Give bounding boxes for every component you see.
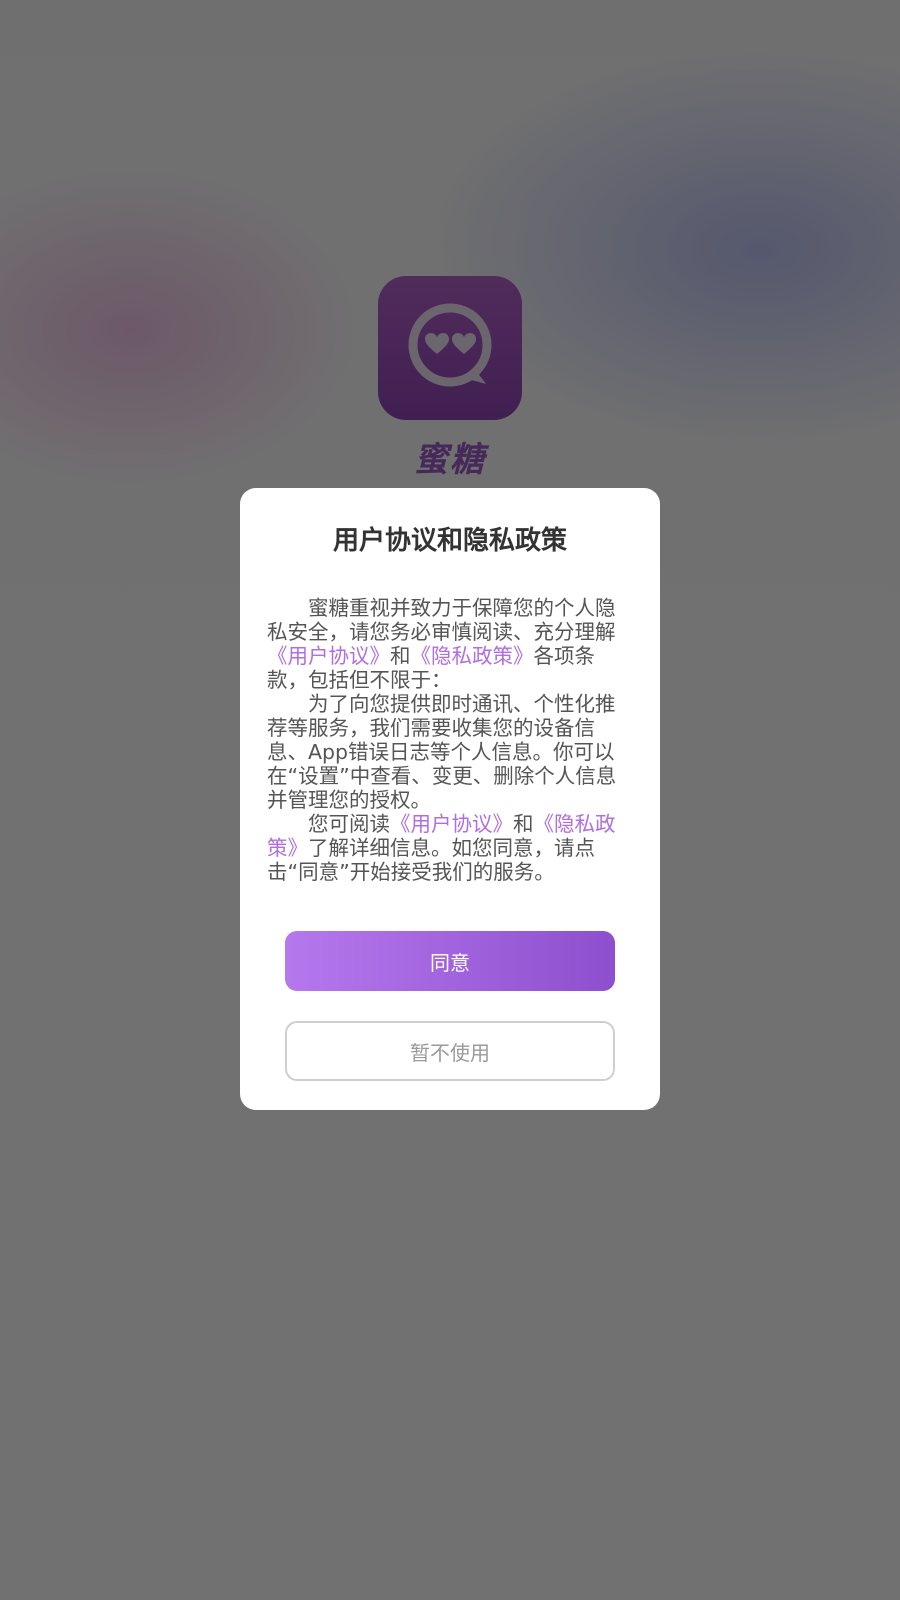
- dialog-body: 蜜糖重视并致力于保障您的个人隐私安全，请您务必审慎阅读、充分理解《用户协议》和《…: [267, 596, 627, 884]
- text-segment: 您可阅读: [308, 812, 390, 836]
- privacy-dialog: 用户协议和隐私政策 蜜糖重视并致力于保障您的个人隐私安全，请您务必审慎阅读、充分…: [240, 488, 660, 1110]
- decline-button[interactable]: 暂不使用: [285, 1021, 615, 1081]
- paragraph-intro: 蜜糖重视并致力于保障您的个人隐私安全，请您务必审慎阅读、充分理解《用户协议》和《…: [267, 596, 627, 692]
- text-segment: 和: [513, 812, 534, 836]
- user-agreement-link[interactable]: 《用户协议》: [390, 812, 513, 836]
- user-agreement-link[interactable]: 《用户协议》: [267, 644, 390, 668]
- paragraph-consent: 您可阅读《用户协议》和《隐私政策》了解详细信息。如您同意，请点击“同意”开始接受…: [267, 812, 627, 884]
- dialog-title: 用户协议和隐私政策: [332, 526, 567, 556]
- text-segment: 为了向您提供即时通讯、个性化推荐等服务，我们需要收集您的设备信息、App错误日志…: [267, 692, 617, 812]
- text-segment: 蜜糖重视并致力于保障您的个人隐私安全，请您务必审慎阅读、充分理解: [267, 596, 616, 644]
- text-segment: 和: [390, 644, 411, 668]
- paragraph-data-collection: 为了向您提供即时通讯、个性化推荐等服务，我们需要收集您的设备信息、App错误日志…: [267, 692, 627, 812]
- decline-button-label: 暂不使用: [410, 1040, 490, 1065]
- privacy-policy-link[interactable]: 《隐私政策》: [411, 644, 534, 668]
- text-segment: 了解详细信息。如您同意，请点击“同意”开始接受我们的服务。: [267, 836, 595, 884]
- agree-button-label: 同意: [430, 950, 470, 975]
- agree-button[interactable]: 同意: [285, 931, 615, 991]
